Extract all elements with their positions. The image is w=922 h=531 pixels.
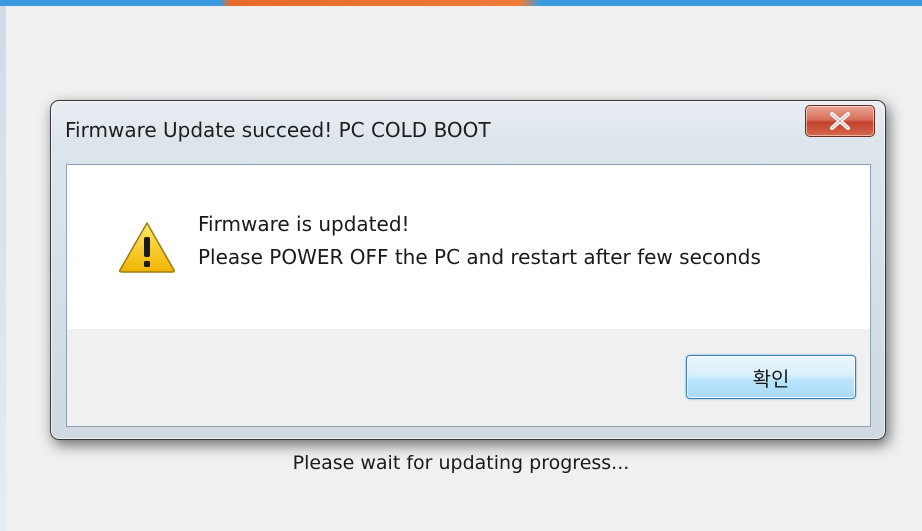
ok-button[interactable]: 확인	[686, 355, 856, 399]
close-button[interactable]	[805, 105, 875, 137]
firmware-update-dialog: Firmware Update succeed! PC COLD BOOT Fi…	[50, 100, 886, 440]
desktop-screen: Please wait for updating progress... Fir…	[0, 0, 922, 531]
dialog-title: Firmware Update succeed! PC COLD BOOT	[65, 118, 491, 142]
message-area: Firmware is updated! Please POWER OFF th…	[67, 165, 870, 329]
dialog-content: Firmware is updated! Please POWER OFF th…	[66, 164, 871, 427]
background-window-top-border	[0, 0, 922, 6]
message-line-1: Firmware is updated!	[198, 212, 410, 236]
close-x-icon	[830, 112, 850, 130]
message-line-2: Please POWER OFF the PC and restart afte…	[198, 245, 761, 269]
warning-triangle-icon	[119, 222, 175, 273]
background-status-text: Please wait for updating progress...	[292, 452, 630, 474]
